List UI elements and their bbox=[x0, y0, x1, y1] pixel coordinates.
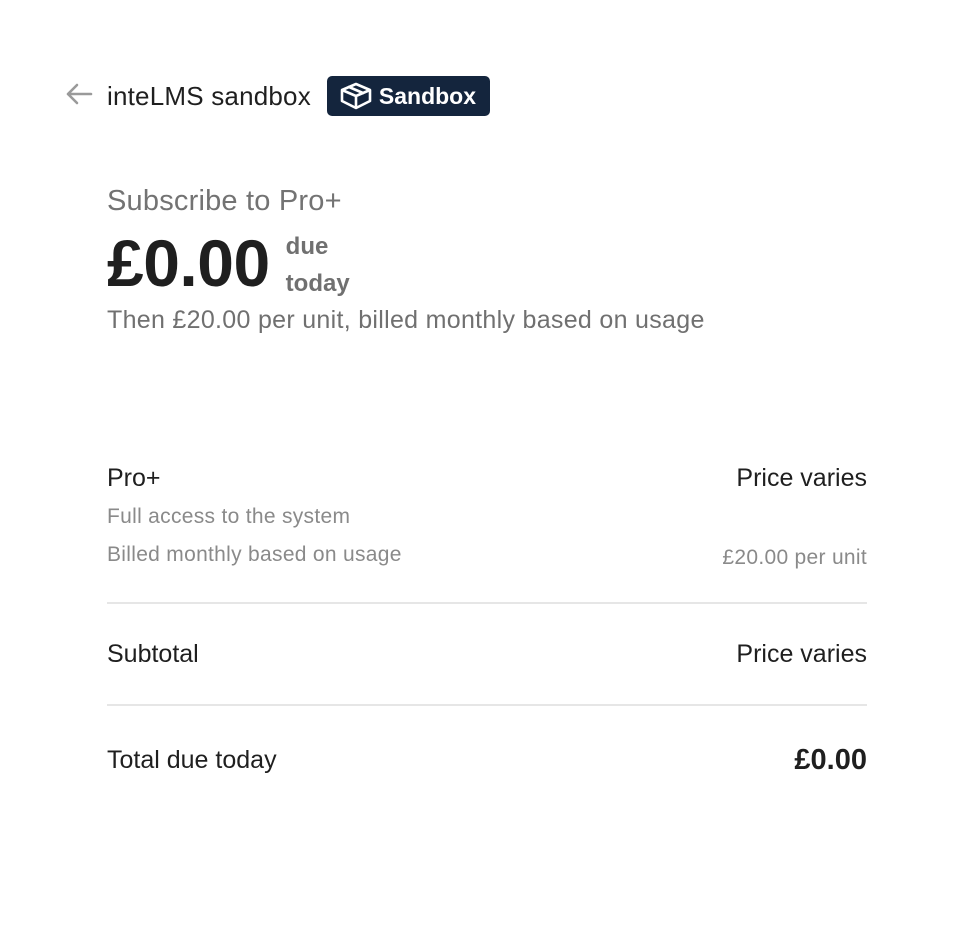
total-row: Total due today £0.00 bbox=[107, 738, 867, 782]
subtotal-value: Price varies bbox=[736, 639, 867, 668]
line-items: Pro+ Price varies Full access to the sys… bbox=[107, 458, 867, 574]
total-value: £0.00 bbox=[794, 743, 867, 776]
sandbox-badge: Sandbox bbox=[326, 76, 491, 116]
arrow-left-icon bbox=[65, 82, 93, 111]
due-label-line1: due bbox=[285, 233, 329, 260]
amount-due: £0.00 bbox=[107, 226, 270, 300]
line-item: Pro+ Price varies bbox=[107, 458, 867, 498]
sandbox-badge-label: Sandbox bbox=[378, 82, 477, 109]
line-item-description: Full access to the system bbox=[107, 505, 351, 528]
divider bbox=[107, 704, 867, 706]
line-item-billing: Billed monthly based on usage bbox=[107, 543, 402, 566]
order-summary: Subscribe to Pro+ £0.00 due today Then £… bbox=[107, 180, 867, 337]
recurring-price-text: Then £20.00 per unit, billed monthly bas… bbox=[107, 306, 705, 334]
line-item-billing-row: Billed monthly based on usage £20.00 per… bbox=[107, 536, 867, 574]
cube-icon bbox=[339, 82, 373, 110]
line-item-name: Pro+ bbox=[107, 464, 161, 492]
back-button[interactable] bbox=[64, 81, 94, 111]
line-item-unit-price: £20.00 per unit bbox=[722, 546, 867, 569]
line-item-price: Price varies bbox=[736, 464, 867, 492]
due-today-label: due today bbox=[286, 228, 350, 302]
total-label: Total due today bbox=[107, 745, 277, 774]
due-label-line2: today bbox=[285, 270, 350, 297]
business-name: inteLMS sandbox bbox=[107, 80, 311, 111]
subtotal-label: Subtotal bbox=[107, 639, 199, 668]
divider bbox=[107, 602, 867, 604]
subtotal-row: Subtotal Price varies bbox=[107, 634, 867, 674]
checkout-header: inteLMS sandbox Sandbox bbox=[64, 76, 491, 116]
subscribe-title: Subscribe to Pro+ bbox=[107, 185, 342, 217]
